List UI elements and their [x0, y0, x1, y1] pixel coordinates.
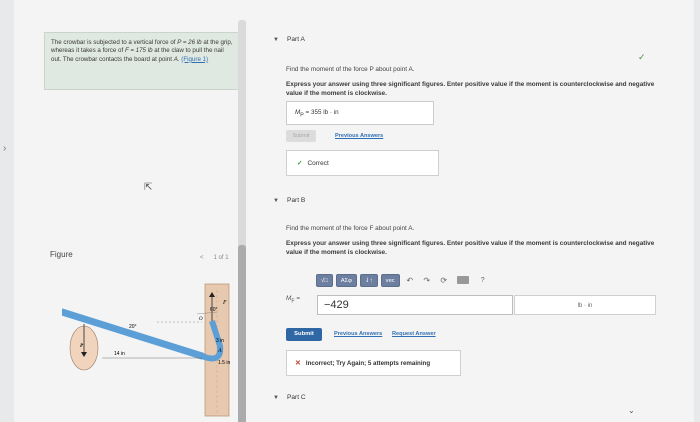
part-b-question: Find the moment of the force F about poi… — [286, 225, 415, 232]
greek-button[interactable]: ΑΣφ — [335, 273, 357, 287]
svg-text:3 in: 3 in — [216, 338, 224, 344]
part-b-feedback: ✕ Incorrect; Try Again; 5 attempts remain… — [286, 350, 461, 376]
figure-scrollbar[interactable] — [238, 20, 246, 422]
part-b-answer-label: MF = — [286, 295, 301, 305]
part-a-previous-answers-link[interactable]: Previous Answers — [335, 133, 383, 139]
vec-button[interactable]: vec — [380, 273, 400, 287]
check-icon: ✓ — [297, 160, 303, 167]
part-a-answer-box: MP = 355 lb · in — [286, 101, 434, 125]
math-toolbar: √□ ΑΣφ ⇃↑ vec ↶ ↷ ⟳ ? — [316, 272, 516, 288]
svg-text:A: A — [217, 348, 222, 354]
svg-text:14 in: 14 in — [114, 351, 125, 357]
pager-prev-button[interactable]: < — [200, 255, 204, 261]
part-a-answer-value: = 355 lb · in — [303, 109, 339, 116]
crowbar-figure: F 60° O A 3 in 1.5 in 20° P 14 in — [62, 283, 230, 417]
undo-icon[interactable]: ↶ — [403, 274, 417, 287]
scrollbar-thumb[interactable] — [238, 245, 246, 422]
part-b-submit-button[interactable]: Submit — [286, 328, 322, 341]
force-f: F = 175 lb — [124, 47, 153, 55]
part-a-checkmark-icon: ✓ — [638, 52, 646, 62]
part-b-units: lb · in — [514, 295, 656, 315]
svg-text:F: F — [222, 300, 227, 306]
part-b-instructions: Express your answer using three signific… — [286, 240, 655, 256]
collapse-triangle-icon[interactable]: ▼ — [273, 198, 279, 204]
part-a-question: Find the moment of the force P about poi… — [286, 66, 415, 73]
arrows-button[interactable]: ⇃↑ — [359, 273, 378, 287]
pager-current: 1 of 1 — [213, 255, 229, 261]
problem-statement: The crowbar is subjected to a vertical f… — [44, 32, 240, 90]
svg-text:20°: 20° — [129, 324, 137, 330]
collapse-triangle-icon[interactable]: ▼ — [273, 395, 279, 401]
chevron-down-icon[interactable]: ⌄ — [628, 406, 635, 415]
part-a-header[interactable]: ▼ Part A — [273, 36, 305, 43]
force-p: P = 26 lb — [177, 39, 202, 46]
svg-text:60°: 60° — [210, 307, 218, 313]
collapse-triangle-icon[interactable]: ▼ — [273, 37, 279, 43]
chevron-left-icon[interactable]: › — [3, 143, 6, 154]
part-b-header[interactable]: ▼ Part B — [273, 197, 305, 204]
part-b-previous-answers-link[interactable]: Previous Answers — [334, 331, 382, 337]
part-b-answer-input[interactable]: −429 — [317, 295, 513, 315]
keyboard-icon[interactable] — [456, 276, 469, 284]
part-b-request-answer-link[interactable]: Request Answer — [392, 331, 436, 337]
svg-text:1.5 in: 1.5 in — [218, 360, 230, 366]
help-icon[interactable]: ? — [481, 277, 485, 284]
part-c-header[interactable]: ▼ Part C — [273, 394, 306, 401]
figure-link[interactable]: (Figure 1) — [181, 56, 208, 63]
svg-text:O: O — [199, 317, 203, 322]
part-a-submit-button: Submit — [286, 130, 316, 142]
reset-icon[interactable]: ⟳ — [437, 274, 451, 287]
part-a-instructions: Express your answer using three signific… — [286, 81, 655, 97]
redo-icon[interactable]: ↷ — [420, 274, 434, 287]
x-icon: ✕ — [295, 360, 301, 367]
templates-button[interactable]: √□ — [316, 273, 333, 287]
mouse-cursor-icon: ⇱ — [144, 182, 153, 193]
part-a-feedback: ✓ Correct — [286, 150, 439, 176]
figure-label: Figure — [50, 250, 73, 259]
